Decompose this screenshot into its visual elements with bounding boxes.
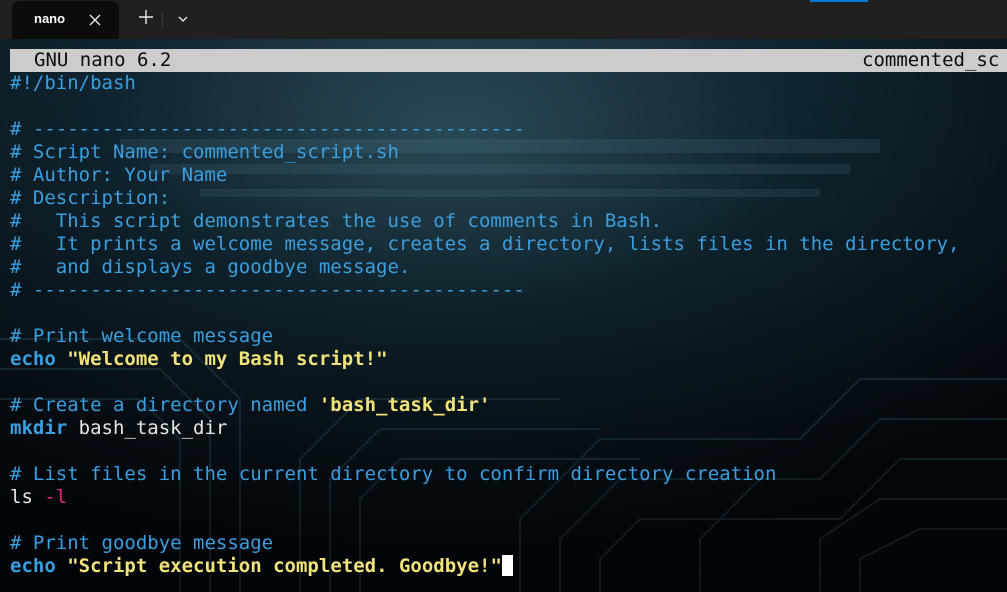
code-token-comment: # It prints a welcome message, creates a… — [10, 233, 960, 255]
code-token-plain: bash_task_dir — [67, 417, 228, 439]
code-line: # Script Name: commented_script.sh — [10, 141, 1007, 164]
code-line: # List files in the current directory to… — [10, 463, 1007, 486]
code-line: # and displays a goodbye message. — [10, 256, 1007, 279]
code-token-comment: # --------------------------------------… — [10, 279, 525, 301]
terminal-window: nano GNU nano 6.2 commented_sc #!/bin/ba… — [0, 0, 1007, 592]
code-token-comment: # Print welcome message — [10, 325, 274, 347]
tab-dropdown-button[interactable] — [170, 6, 196, 32]
terminal-pane[interactable]: GNU nano 6.2 commented_sc #!/bin/bash # … — [0, 39, 1007, 592]
code-token-keyword: mkdir — [10, 417, 68, 439]
code-token-comment: # This script demonstrates the use of co… — [10, 210, 663, 232]
code-token-comment: # List files in the current directory to… — [10, 463, 777, 485]
code-token-comment: # Print goodbye message — [10, 532, 274, 554]
code-token-string: "Welcome to my Bash script!" — [67, 348, 388, 370]
chevron-down-icon — [177, 10, 189, 29]
code-line: # --------------------------------------… — [10, 118, 1007, 141]
code-token-comment: # Script Name: commented_script.sh — [10, 141, 399, 163]
code-token-keyword: echo — [10, 348, 56, 370]
code-token-plain: ls — [10, 486, 33, 508]
tab-bar: nano — [0, 0, 1007, 39]
code-token-string: 'bash_task_dir' — [318, 394, 491, 416]
close-icon[interactable] — [85, 10, 105, 30]
code-line: # Author: Your Name — [10, 164, 1007, 187]
code-token-comment: # Description: — [10, 187, 171, 209]
code-token-comment: #!/bin/bash — [10, 72, 136, 94]
new-tab-button[interactable] — [132, 6, 160, 32]
code-line: # Print welcome message — [10, 325, 1007, 348]
code-line: # Description: — [10, 187, 1007, 210]
code-token-comment: # Create a directory named — [10, 394, 319, 416]
code-line: # This script demonstrates the use of co… — [10, 210, 1007, 233]
plus-icon — [138, 9, 154, 29]
nano-filename-label: commented_sc — [862, 49, 1000, 71]
code-line: # Print goodbye message — [10, 532, 1007, 555]
code-line: # Create a directory named 'bash_task_di… — [10, 394, 1007, 417]
code-token-comment: # --------------------------------------… — [10, 118, 525, 140]
code-line: echo "Welcome to my Bash script!" — [10, 348, 1007, 371]
code-line: ls -l — [10, 486, 1007, 509]
code-token-flag: -l — [44, 486, 68, 508]
code-line: # It prints a welcome message, creates a… — [10, 233, 1007, 256]
code-token-keyword: echo — [10, 555, 56, 577]
code-line: mkdir bash_task_dir — [10, 417, 1007, 440]
code-token-string: "Script execution completed. Goodbye!" — [67, 555, 502, 577]
code-line: #!/bin/bash — [10, 72, 1007, 95]
tab-nano[interactable]: nano — [12, 1, 119, 39]
accent-strip — [810, 0, 868, 2]
editor-buffer[interactable]: #!/bin/bash # --------------------------… — [10, 72, 1007, 578]
code-token-comment: # Author: Your Name — [10, 164, 228, 186]
code-line: echo "Script execution completed. Goodby… — [10, 555, 1007, 578]
tab-title: nano — [34, 11, 66, 26]
code-line: # --------------------------------------… — [10, 279, 1007, 302]
divider — [162, 12, 163, 27]
text-cursor — [501, 555, 513, 576]
code-token-comment: # and displays a goodbye message. — [10, 256, 411, 278]
nano-header-bar: GNU nano 6.2 commented_sc — [10, 49, 1007, 72]
nano-version-label: GNU nano 6.2 — [34, 49, 172, 71]
